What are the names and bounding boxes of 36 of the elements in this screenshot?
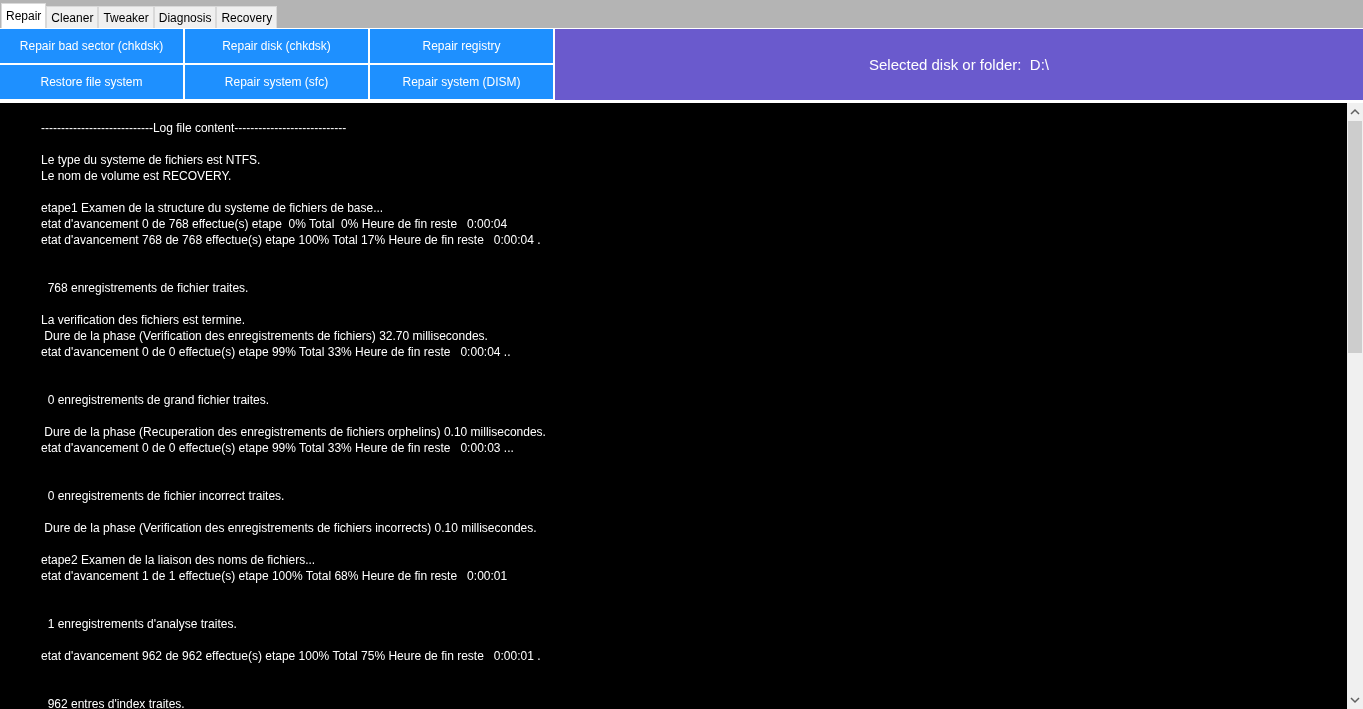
log-line: etat d'avancement 0 de 0 effectue(s) etape 99% Total 33% Heure de fin reste 0:00:03 ... <box>41 440 515 456</box>
log-line: Le type du systeme de fichiers est NTFS. <box>41 152 262 168</box>
scrollbar[interactable] <box>1347 103 1363 709</box>
log-line: Dure de la phase (Recuperation des enregistrements de fichiers orphelins) 0.10 millisecondes. <box>43 424 547 440</box>
scroll-thumb[interactable] <box>1348 121 1362 353</box>
log-line: etat d'avancement 0 de 768 effectue(s) etape 0% Total 0% Heure de fin reste 0:00:04 <box>41 216 509 232</box>
log-line: Dure de la phase (Verification des enregistrements de fichiers) 32.70 millisecondes. <box>43 328 489 344</box>
action-button[interactable]: Repair disk (chkdsk) <box>185 29 368 63</box>
log-line: Le nom de volume est RECOVERY. <box>41 168 233 184</box>
action-button[interactable]: Repair system (DISM) <box>370 65 553 99</box>
log-line: 0 enregistrements de grand fichier traites. <box>46 392 271 408</box>
tab[interactable]: Tweaker <box>98 6 154 28</box>
action-button[interactable]: Restore file system <box>0 65 183 99</box>
tab[interactable]: Cleaner <box>46 6 99 28</box>
log-line: 768 enregistrements de fichier traites. <box>46 280 250 296</box>
log-line: Dure de la phase (Verification des enregistrements de fichiers incorrects) 0.10 millisecondes. <box>43 520 538 536</box>
log-line: ----------------------------Log file content---------------------------- <box>41 120 348 136</box>
log-line: 0 enregistrements de fichier incorrect traites. <box>46 488 286 504</box>
tab[interactable]: Recovery <box>216 6 278 28</box>
action-button[interactable]: Repair system (sfc) <box>185 65 368 99</box>
log-line: etat d'avancement 768 de 768 effectue(s) etape 100% Total 17% Heure de fin reste 0:00:04 . <box>41 232 542 248</box>
log-line: etat d'avancement 1 de 1 effectue(s) etape 100% Total 68% Heure de fin reste 0:00:01 <box>41 568 509 584</box>
log-line: etat d'avancement 0 de 0 effectue(s) etape 99% Total 33% Heure de fin reste 0:00:04 .. <box>41 344 512 360</box>
log-line: 962 entres d'index traites. <box>46 696 186 709</box>
tab[interactable]: Diagnosis <box>153 6 217 28</box>
log-line: 1 enregistrements d'analyse traites. <box>46 616 238 632</box>
scroll-down-icon[interactable] <box>1350 695 1360 705</box>
log-line: La verification des fichiers est termine. <box>41 312 247 328</box>
log-line: etape2 Examen de la liaison des noms de fichiers... <box>41 552 317 568</box>
tab[interactable]: Repair <box>1 3 47 28</box>
log-line: etat d'avancement 962 de 962 effectue(s) etape 100% Total 75% Heure de fin reste 0:00:01 . <box>41 648 542 664</box>
action-button[interactable]: Repair bad sector (chkdsk) <box>0 29 183 63</box>
selected-target-label: Selected disk or folder: D:\ <box>555 29 1363 100</box>
log-line: etape1 Examen de la structure du systeme de fichiers de base... <box>41 200 385 216</box>
action-button[interactable]: Repair registry <box>370 29 553 63</box>
scroll-up-icon[interactable] <box>1350 107 1360 117</box>
